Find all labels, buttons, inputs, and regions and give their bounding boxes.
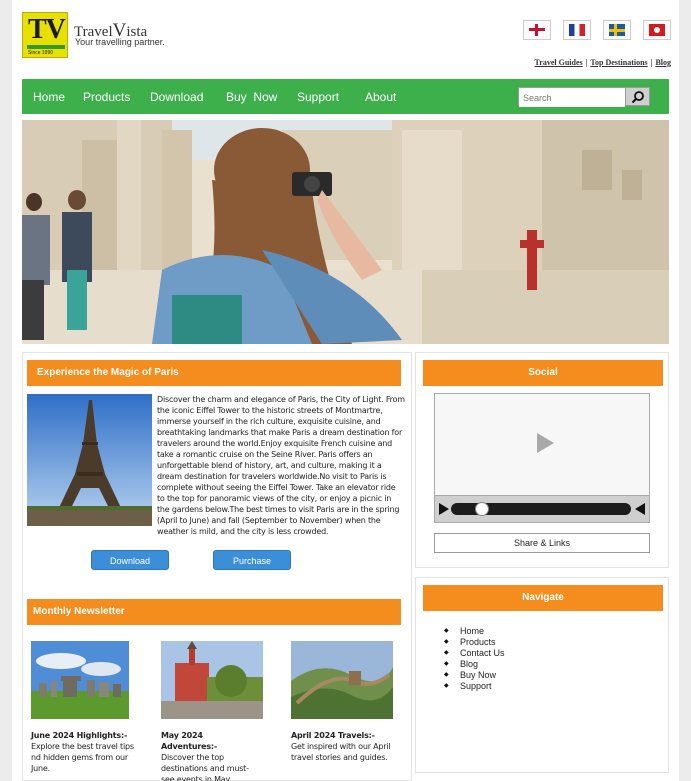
sweden-flag-icon[interactable] xyxy=(603,20,631,40)
navigate-link-products[interactable]: Products xyxy=(444,637,505,648)
castle-image[interactable] xyxy=(161,641,263,719)
search-input[interactable] xyxy=(519,89,625,107)
video-screen[interactable] xyxy=(435,394,649,496)
newsletter-item-text: Explore the best travel tips nd hidden g… xyxy=(31,742,134,773)
logo-letters: TV xyxy=(28,14,66,45)
paris-description: Discover the charm and elegance of Paris… xyxy=(157,395,405,536)
nav-download[interactable]: Download xyxy=(150,90,203,104)
logo-bar xyxy=(27,45,65,49)
nav-buy-now[interactable]: Buy Now xyxy=(226,90,277,104)
eiffel-tower-image xyxy=(27,394,152,526)
video-controls xyxy=(435,496,649,522)
turkey-flag-icon[interactable] xyxy=(643,20,671,40)
seek-handle[interactable] xyxy=(475,502,489,516)
link-top-destinations[interactable]: Top Destinations xyxy=(590,58,647,67)
download-button[interactable]: Download xyxy=(91,550,169,570)
language-flags xyxy=(523,20,671,40)
tagline: Your travelling partner. xyxy=(75,37,165,47)
link-travel-guides[interactable]: Travel Guides xyxy=(535,58,583,67)
newsletter-item-text: Discover the top destinations and must-s… xyxy=(161,753,249,781)
navigate-heading: Navigate xyxy=(423,585,663,611)
purchase-button[interactable]: Purchase xyxy=(213,550,291,570)
nav-home[interactable]: Home xyxy=(33,90,65,104)
newsletter-item-april: April 2024 Travels:- Get inspired with o… xyxy=(291,730,395,763)
top-links: Travel Guides | Top Destinations | Blog xyxy=(534,58,671,67)
navigate-link-buy-now[interactable]: Buy Now xyxy=(444,670,505,681)
newsletter-item-june: June 2024 Highlights:- Explore the best … xyxy=(31,730,143,774)
newsletter-item-title: May 2024 Adventures:- xyxy=(161,731,218,751)
search-icon xyxy=(631,91,644,104)
nav-products[interactable]: Products xyxy=(83,90,130,104)
video-player xyxy=(434,393,650,523)
newsletter-item-title: June 2024 Highlights:- xyxy=(31,731,128,740)
newsletter-item-title: April 2024 Travels:- xyxy=(291,731,375,740)
play-icon[interactable] xyxy=(537,433,554,453)
share-links-button[interactable]: Share & Links xyxy=(434,533,650,553)
nav-about[interactable]: About xyxy=(365,90,396,104)
paris-heading: Experience the Magic of Paris xyxy=(27,360,401,386)
navigate-link-blog[interactable]: Blog xyxy=(444,659,505,670)
search-box xyxy=(518,87,650,107)
stonehenge-image[interactable] xyxy=(31,641,129,719)
page: TV Since 1990 TravelVista Your travellin… xyxy=(12,0,679,781)
nav-support[interactable]: Support xyxy=(297,90,339,104)
seek-bar[interactable] xyxy=(451,502,631,516)
next-icon[interactable] xyxy=(635,503,645,515)
social-heading: Social xyxy=(423,360,663,386)
social-panel: Social Share & Links xyxy=(415,352,669,568)
navigate-link-home[interactable]: Home xyxy=(444,626,505,637)
navigate-panel: Navigate Home Products Contact Us Blog B… xyxy=(415,577,669,773)
navigate-link-support[interactable]: Support xyxy=(444,681,505,692)
hero-image xyxy=(22,120,669,344)
newsletter-item-may: May 2024 Adventures:- Discover the top d… xyxy=(161,730,261,781)
link-blog[interactable]: Blog xyxy=(655,58,671,67)
great-wall-image[interactable] xyxy=(291,641,393,719)
newsletter-item-text: Get inspired with our April travel stori… xyxy=(291,742,391,762)
navigate-link-contact[interactable]: Contact Us xyxy=(444,648,505,659)
france-flag-icon[interactable] xyxy=(563,20,591,40)
logo-since: Since 1990 xyxy=(28,50,54,56)
england-flag-icon[interactable] xyxy=(523,20,551,40)
previous-icon[interactable] xyxy=(439,503,449,515)
newsletter-heading: Monthly Newsletter xyxy=(27,599,401,625)
main-nav: Home Products Download Buy Now Support A… xyxy=(22,79,669,114)
content-panel: Experience the Magic of Paris Discover t… xyxy=(22,352,412,781)
search-button[interactable] xyxy=(625,88,649,105)
logo[interactable]: TV Since 1990 xyxy=(22,12,68,58)
navigate-list: Home Products Contact Us Blog Buy Now Su… xyxy=(444,626,505,692)
